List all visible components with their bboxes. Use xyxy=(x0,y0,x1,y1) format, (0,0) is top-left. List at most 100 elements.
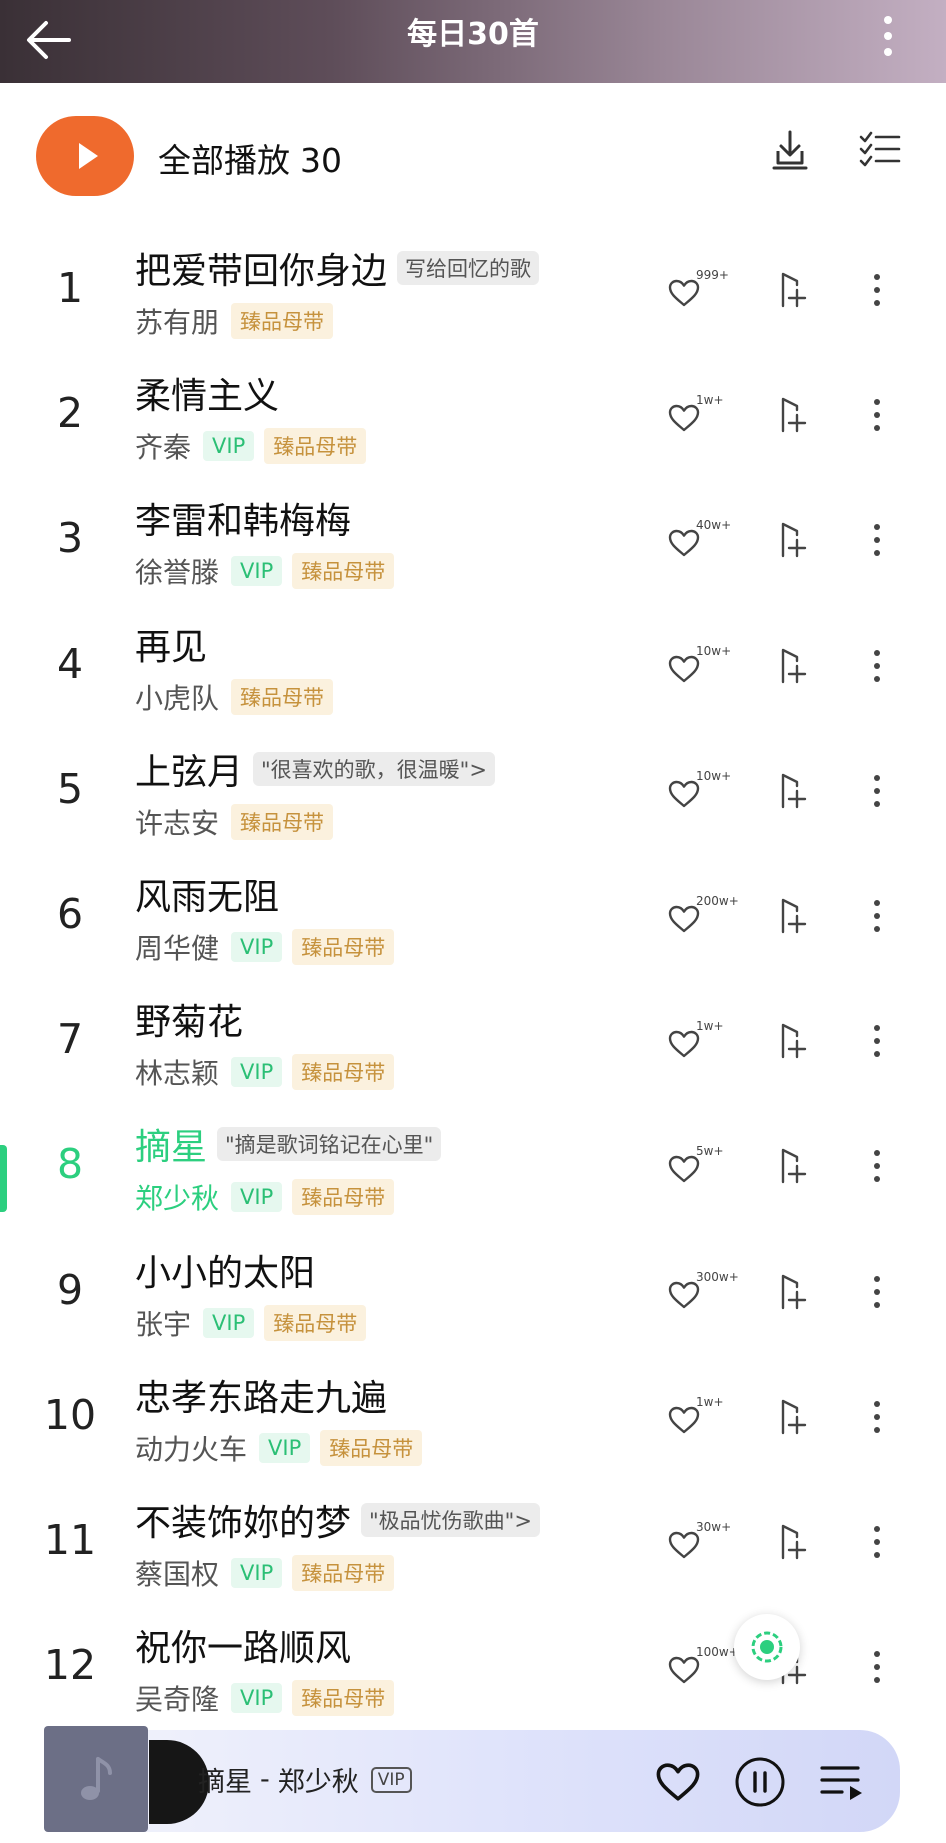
more-vertical-icon xyxy=(874,1651,880,1658)
heart-icon xyxy=(656,1763,700,1801)
song-more-button[interactable] xyxy=(862,516,892,564)
song-comment-tag[interactable]: "摘是歌词铭记在心里" xyxy=(217,1127,442,1162)
song-artist[interactable]: 齐秦 xyxy=(135,426,191,466)
song-title: 再见 xyxy=(135,626,208,668)
mini-player-track[interactable]: 摘星 - 郑少秋 VIP xyxy=(198,1760,412,1799)
song-row-6[interactable]: 6 风雨无阻 周华健 VIP 臻品母带 200w+ xyxy=(0,862,946,987)
like-button[interactable]: 100w+ xyxy=(665,1641,741,1697)
pause-button[interactable] xyxy=(732,1754,788,1810)
like-button[interactable]: 999+ xyxy=(665,264,741,320)
song-title: 祝你一路顺风 xyxy=(135,1628,352,1670)
song-row-12[interactable]: 12 祝你一路顺风 吴奇隆 VIP 臻品母带 100w+ xyxy=(0,1613,946,1738)
add-to-playlist-button[interactable] xyxy=(770,391,814,439)
song-title-line: 忠孝东路走九遍 xyxy=(135,1369,387,1421)
like-button[interactable]: 200w+ xyxy=(665,890,741,946)
locate-current-button[interactable] xyxy=(734,1614,800,1680)
song-comment-tag[interactable]: "很喜欢的歌，很温暖"> xyxy=(253,751,495,786)
album-cover[interactable] xyxy=(44,1726,148,1832)
song-more-button[interactable] xyxy=(862,1268,892,1316)
add-to-playlist-button[interactable] xyxy=(770,1393,814,1441)
song-row-10[interactable]: 10 忠孝东路走九遍 动力火车 VIP 臻品母带 1w+ xyxy=(0,1363,946,1488)
song-more-button[interactable] xyxy=(862,391,892,439)
song-artist[interactable]: 吴奇隆 xyxy=(135,1678,219,1718)
playlist-icon xyxy=(820,1766,862,1800)
song-more-button[interactable] xyxy=(862,892,892,940)
heart-icon xyxy=(668,655,700,682)
like-button[interactable]: 1w+ xyxy=(665,1391,741,1447)
song-artist[interactable]: 小虎队 xyxy=(135,677,219,717)
add-to-playlist-button[interactable] xyxy=(770,642,814,690)
song-row-1[interactable]: 1 把爱带回你身边 写给回忆的歌 苏有朋 臻品母带 999+ xyxy=(0,236,946,361)
like-button[interactable]: 1w+ xyxy=(665,389,741,445)
song-more-button[interactable] xyxy=(862,1142,892,1190)
song-artist[interactable]: 张宇 xyxy=(135,1303,191,1343)
song-meta-line: 张宇 VIP 臻品母带 xyxy=(135,1303,367,1343)
add-to-playlist-button[interactable] xyxy=(770,266,814,314)
song-rank: 5 xyxy=(56,764,84,813)
song-more-button[interactable] xyxy=(862,1393,892,1441)
song-artist[interactable]: 徐誉滕 xyxy=(135,551,219,591)
song-more-button[interactable] xyxy=(862,266,892,314)
add-to-playlist-button[interactable] xyxy=(770,1142,814,1190)
more-vertical-icon xyxy=(874,1525,880,1532)
song-artist[interactable]: 动力火车 xyxy=(135,1428,247,1468)
song-row-2[interactable]: 2 柔情主义 齐秦 VIP 臻品母带 1w+ xyxy=(0,361,946,486)
song-more-button[interactable] xyxy=(862,1017,892,1065)
like-button[interactable]: 30w+ xyxy=(665,1516,741,1572)
more-button[interactable] xyxy=(868,12,908,60)
song-rank: 9 xyxy=(56,1265,84,1314)
heart-icon xyxy=(668,1156,700,1183)
add-to-playlist-button[interactable] xyxy=(770,1268,814,1316)
add-to-playlist-button[interactable] xyxy=(770,767,814,815)
song-artist[interactable]: 苏有朋 xyxy=(135,301,219,341)
song-title: 野菊花 xyxy=(135,1002,244,1044)
song-row-4[interactable]: 4 再见 小虎队 臻品母带 10w+ xyxy=(0,612,946,737)
like-button[interactable]: 10w+ xyxy=(665,640,741,696)
mini-player[interactable]: 摘星 - 郑少秋 VIP xyxy=(44,1726,900,1832)
like-button[interactable]: 5w+ xyxy=(665,1140,741,1196)
play-all-label[interactable]: 全部播放 30 xyxy=(158,134,342,182)
song-comment-tag[interactable]: "极品忧伤歌曲"> xyxy=(361,1502,540,1537)
song-artist[interactable]: 许志安 xyxy=(135,802,219,842)
play-all-button[interactable] xyxy=(36,116,134,196)
playlist-button[interactable] xyxy=(814,1754,870,1810)
song-title-line: 不装饰妳的梦 "极品忧伤歌曲"> xyxy=(135,1494,540,1546)
music-note-icon xyxy=(81,1757,112,1800)
song-meta-line: 周华健 VIP 臻品母带 xyxy=(135,927,395,967)
like-button[interactable]: 40w+ xyxy=(665,514,741,570)
song-row-5[interactable]: 5 上弦月 "很喜欢的歌，很温暖"> 许志安 臻品母带 10w+ xyxy=(0,737,946,862)
song-artist[interactable]: 林志颖 xyxy=(135,1052,219,1092)
download-button[interactable] xyxy=(764,124,816,176)
add-to-playlist-button[interactable] xyxy=(770,892,814,940)
song-artist[interactable]: 蔡国权 xyxy=(135,1553,219,1593)
song-comment-tag[interactable]: 写给回忆的歌 xyxy=(397,251,540,285)
add-to-playlist-button[interactable] xyxy=(770,1017,814,1065)
song-more-button[interactable] xyxy=(862,642,892,690)
back-button[interactable] xyxy=(18,12,78,68)
add-to-playlist-icon xyxy=(781,272,807,308)
like-button[interactable]: 1w+ xyxy=(665,1015,741,1071)
multi-select-button[interactable] xyxy=(854,124,906,176)
more-vertical-icon xyxy=(874,399,880,406)
song-row-3[interactable]: 3 李雷和韩梅梅 徐誉滕 VIP 臻品母带 40w+ xyxy=(0,486,946,611)
song-artist[interactable]: 周华健 xyxy=(135,927,219,967)
like-button[interactable]: 10w+ xyxy=(665,765,741,821)
master-quality-badge: 臻品母带 xyxy=(320,1429,423,1466)
song-more-button[interactable] xyxy=(862,1518,892,1566)
song-title: 摘星 xyxy=(135,1127,208,1169)
song-more-button[interactable] xyxy=(862,1643,892,1691)
add-to-playlist-button[interactable] xyxy=(770,516,814,564)
add-to-playlist-button[interactable] xyxy=(770,1518,814,1566)
vip-badge: VIP xyxy=(231,1057,283,1088)
song-row-11[interactable]: 11 不装饰妳的梦 "极品忧伤歌曲"> 蔡国权 VIP 臻品母带 30w+ xyxy=(0,1488,946,1613)
song-row-9[interactable]: 9 小小的太阳 张宇 VIP 臻品母带 300w+ xyxy=(0,1238,946,1363)
song-row-7[interactable]: 7 野菊花 林志颖 VIP 臻品母带 1w+ xyxy=(0,987,946,1112)
arrow-left-icon xyxy=(27,21,71,59)
song-row-8[interactable]: 8 摘星 "摘是歌词铭记在心里" 郑少秋 VIP 臻品母带 5w+ xyxy=(0,1112,946,1237)
mini-player-like-button[interactable] xyxy=(650,1754,706,1810)
heart-icon xyxy=(668,905,700,933)
like-button[interactable]: 300w+ xyxy=(665,1266,741,1322)
song-title: 忠孝东路走九遍 xyxy=(135,1377,388,1419)
song-more-button[interactable] xyxy=(862,767,892,815)
song-artist[interactable]: 郑少秋 xyxy=(135,1177,219,1217)
